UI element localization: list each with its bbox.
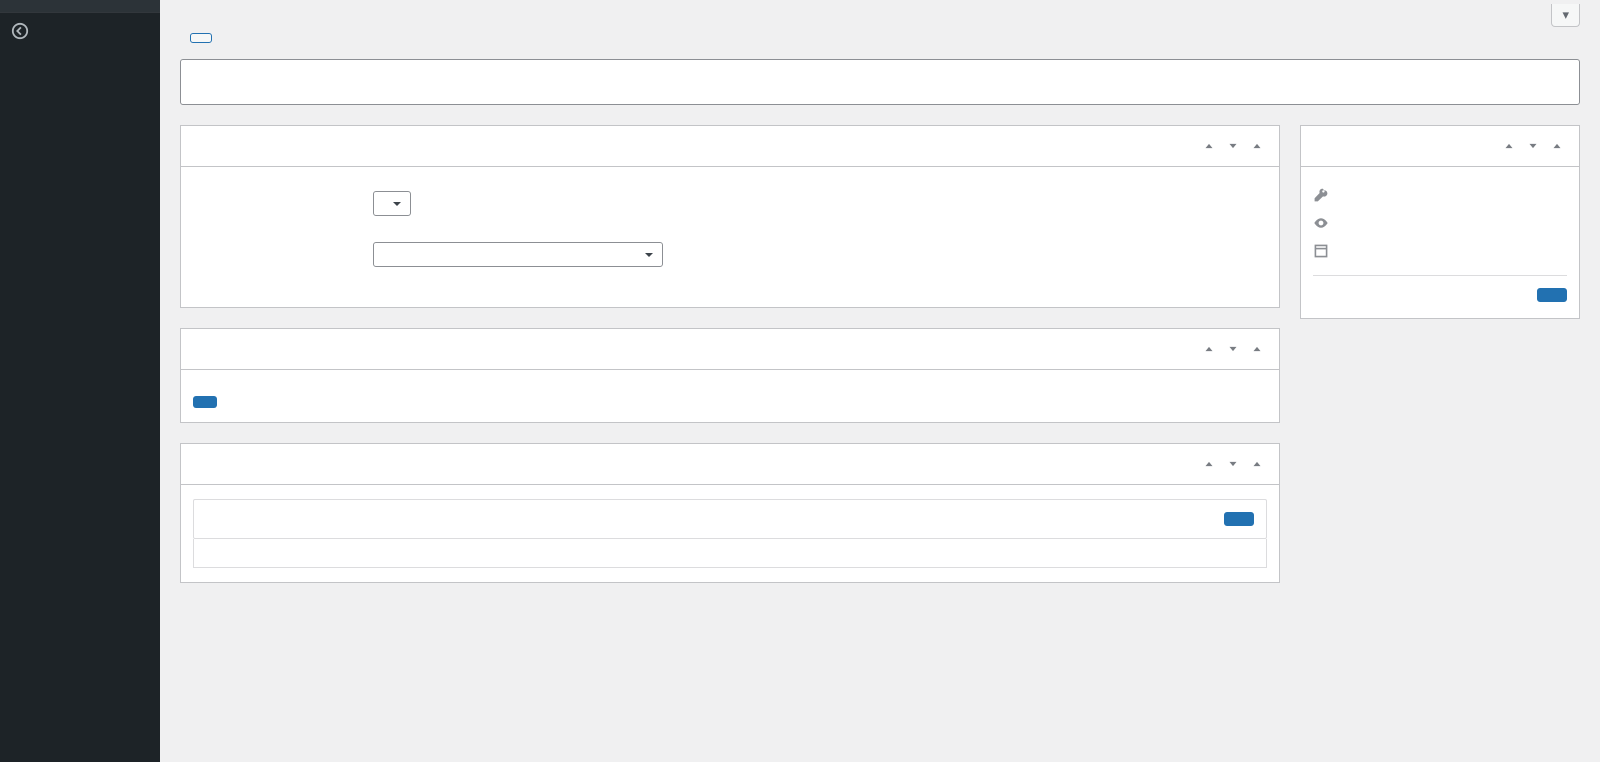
employee-label bbox=[193, 191, 373, 197]
post-title-input[interactable] bbox=[180, 59, 1580, 105]
move-up-icon[interactable] bbox=[1199, 339, 1219, 359]
days-off-box bbox=[180, 443, 1280, 583]
toggle-panel-icon[interactable] bbox=[1247, 339, 1267, 359]
move-down-icon[interactable] bbox=[1523, 136, 1543, 156]
calendar-icon bbox=[1313, 243, 1331, 259]
move-down-icon[interactable] bbox=[1223, 136, 1243, 156]
toggle-panel-icon[interactable] bbox=[1547, 136, 1567, 156]
days-off-add-button[interactable] bbox=[1224, 512, 1254, 526]
collapse-menu-button[interactable] bbox=[0, 12, 160, 49]
admin-sidebar bbox=[0, 0, 160, 762]
toggle-panel-icon[interactable] bbox=[1247, 454, 1267, 474]
main-content: ▾ bbox=[160, 0, 1600, 762]
collapse-icon bbox=[10, 21, 30, 41]
screen-options-button[interactable]: ▾ bbox=[1551, 4, 1580, 27]
location-label bbox=[193, 242, 373, 248]
add-new-button[interactable] bbox=[190, 33, 212, 43]
main-location-select[interactable] bbox=[373, 242, 663, 267]
move-down-icon[interactable] bbox=[1223, 339, 1243, 359]
move-up-icon[interactable] bbox=[1199, 136, 1219, 156]
schedule-settings-box bbox=[180, 125, 1280, 308]
publish-box bbox=[1300, 125, 1580, 319]
timetable-box bbox=[180, 328, 1280, 423]
eye-icon bbox=[1313, 215, 1331, 231]
toggle-panel-icon[interactable] bbox=[1247, 136, 1267, 156]
move-up-icon[interactable] bbox=[1199, 454, 1219, 474]
move-down-icon[interactable] bbox=[1223, 454, 1243, 474]
move-up-icon[interactable] bbox=[1499, 136, 1519, 156]
days-off-empty bbox=[193, 539, 1267, 568]
chevron-down-icon: ▾ bbox=[1562, 7, 1569, 22]
timetable-add-button[interactable] bbox=[193, 396, 217, 408]
employee-select[interactable] bbox=[373, 191, 411, 216]
key-icon bbox=[1313, 187, 1331, 203]
update-button[interactable] bbox=[1537, 288, 1567, 302]
